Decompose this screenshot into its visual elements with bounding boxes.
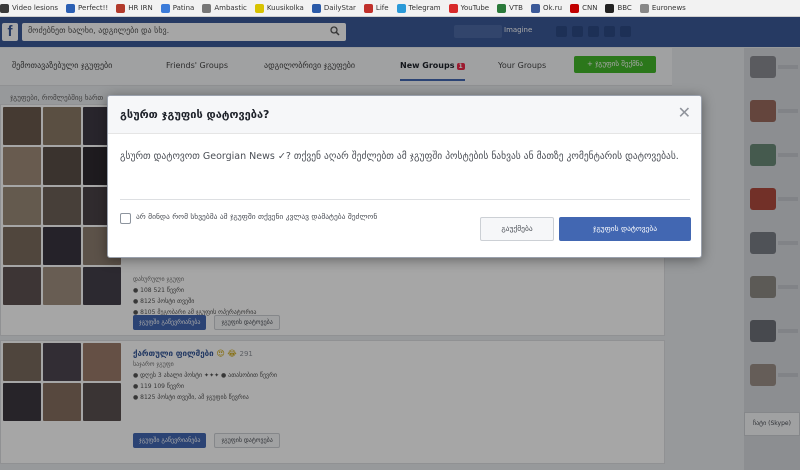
bookmark-label: CNN [582, 4, 598, 12]
bookmark-item[interactable]: Kuusikolka [254, 3, 304, 13]
bookmark-label: Perfect!! [78, 4, 109, 12]
bookmark-favicon-icon [497, 3, 507, 13]
leave-group-confirm-button[interactable]: ჯგუფის დატოვება [559, 217, 691, 241]
dialog-divider [120, 199, 690, 200]
bookmark-label: Video lesions [12, 4, 59, 12]
bookmark-label: HR IRN [128, 4, 153, 12]
bookmark-item[interactable]: Perfect!! [66, 3, 109, 13]
bookmark-item[interactable]: CNN [570, 3, 598, 13]
bookmark-favicon-icon [605, 3, 615, 13]
close-icon[interactable]: ✕ [678, 104, 691, 122]
bookmark-label: BBC [617, 4, 632, 12]
bookmark-favicon-icon [202, 3, 212, 13]
bookmark-favicon-icon [0, 3, 9, 13]
bookmark-favicon-icon [254, 3, 264, 13]
bookmark-favicon-icon [530, 3, 540, 13]
leave-group-dialog: გსურთ ჯგუფის დატოვება? ✕ გსურთ დატოვოთ G… [107, 95, 702, 258]
prevent-readd-label[interactable]: არ მინდა რომ სხვებმა ამ ჯგუფში თქვენი კვ… [136, 210, 466, 224]
bookmark-favicon-icon [116, 3, 126, 13]
bookmark-item[interactable]: BBC [605, 3, 632, 13]
bookmark-favicon-icon [363, 3, 373, 13]
bookmark-label: Ambastic [214, 4, 247, 12]
bookmark-label: YouTube [460, 4, 490, 12]
bookmark-label: Ok.ru [542, 4, 563, 12]
bookmark-item[interactable]: Telegram [396, 3, 441, 13]
bookmark-label: Euronews [651, 4, 686, 12]
bookmark-item[interactable]: Life [363, 3, 389, 13]
bookmark-favicon-icon [570, 3, 580, 13]
bookmark-favicon-icon [448, 3, 458, 13]
dialog-message: გსურთ დატოვოთ Georgian News ✓? თქვენ აღა… [120, 151, 679, 162]
bookmark-label: VTB [509, 4, 523, 12]
bookmark-favicon-icon [396, 3, 406, 13]
bookmarks-bar: Video lesions Perfect!! HR IRN Patina Ambast… [0, 0, 800, 17]
bookmark-label: Life [375, 4, 389, 12]
bookmark-favicon-icon [66, 3, 76, 13]
bookmark-favicon-icon [639, 3, 649, 13]
bookmark-item[interactable]: Ambastic [202, 3, 247, 13]
bookmark-item[interactable]: Ok.ru [530, 3, 563, 13]
bookmark-favicon-icon [160, 3, 170, 13]
bookmark-item[interactable]: DailyStar [311, 3, 356, 13]
bookmark-item[interactable]: YouTube [448, 3, 490, 13]
bookmark-label: Telegram [408, 4, 441, 12]
cancel-button[interactable]: გაუქმება [480, 217, 554, 241]
bookmark-item[interactable]: Patina [160, 3, 195, 13]
bookmark-item[interactable]: Euronews [639, 3, 686, 13]
prevent-readd-checkbox[interactable] [120, 213, 131, 224]
bookmark-item[interactable]: VTB [497, 3, 523, 13]
dialog-header: გსურთ ჯგუფის დატოვება? ✕ [108, 96, 701, 134]
bookmark-label: DailyStar [323, 4, 356, 12]
bookmark-favicon-icon [311, 3, 321, 13]
bookmark-item[interactable]: Video lesions [0, 3, 59, 13]
bookmark-item[interactable]: HR IRN [116, 3, 153, 13]
dialog-title: გსურთ ჯგუფის დატოვება? [120, 108, 270, 121]
bookmark-label: Kuusikolka [266, 4, 304, 12]
bookmark-label: Patina [172, 4, 195, 12]
